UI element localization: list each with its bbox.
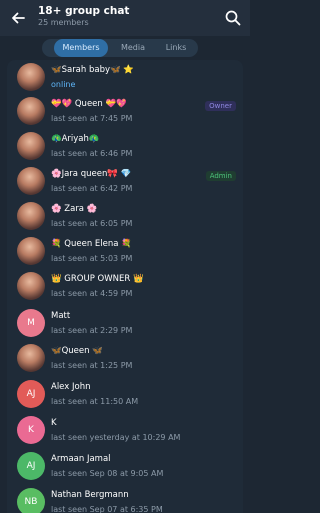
member-name: 🌸Jara queen🎀 💎 xyxy=(51,169,132,179)
tab-switcher: Members Media Links xyxy=(42,39,198,57)
member-row[interactable]: 🦚Ariyah🦚 last seen at 6:46 PM xyxy=(7,129,243,168)
search-icon[interactable] xyxy=(224,9,242,27)
avatar xyxy=(17,202,45,230)
avatar xyxy=(17,63,45,91)
member-status: last seen at 7:45 PM xyxy=(51,114,133,123)
avatar: M xyxy=(17,309,45,337)
member-name: 🦚Ariyah🦚 xyxy=(51,134,100,144)
member-name: 👑 GROUP OWNER 👑 xyxy=(51,274,144,284)
member-status: last seen at 2:29 PM xyxy=(51,326,133,335)
member-status: last seen Sep 08 at 9:05 AM xyxy=(51,469,164,478)
member-name: 🌸 Zara 🌸 xyxy=(51,204,98,214)
group-title: 18+ group chat xyxy=(38,5,130,17)
member-row[interactable]: 🌸Jara queen🎀 💎 last seen at 6:42 PM Admi… xyxy=(7,164,243,203)
member-row[interactable]: 👑 GROUP OWNER 👑 last seen at 4:59 PM xyxy=(7,269,243,308)
member-name: Armaan Jamal xyxy=(51,454,111,464)
tab-media[interactable]: Media xyxy=(112,39,154,57)
avatar xyxy=(17,97,45,125)
member-row[interactable]: 💐 Queen Elena 💐 last seen at 5:03 PM xyxy=(7,234,243,273)
member-name: Alex John xyxy=(51,382,91,392)
owner-badge: Owner xyxy=(205,101,236,111)
member-name: 💝💖 Queen 💝💖 xyxy=(51,99,127,109)
member-status: last seen Sep 07 at 6:35 PM xyxy=(51,505,163,513)
member-name: 💐 Queen Elena 💐 xyxy=(51,239,132,249)
member-row[interactable]: M Matt last seen at 2:29 PM xyxy=(7,306,243,345)
member-row[interactable]: NB Nathan Bergmann last seen Sep 07 at 6… xyxy=(7,485,243,513)
avatar: K xyxy=(17,416,45,444)
member-status: last seen at 6:42 PM xyxy=(51,184,133,193)
avatar xyxy=(17,132,45,160)
tab-links[interactable]: Links xyxy=(158,39,194,57)
member-status: last seen at 6:05 PM xyxy=(51,219,133,228)
tab-members[interactable]: Members xyxy=(54,39,108,57)
member-status: online xyxy=(51,80,76,89)
avatar: NB xyxy=(17,488,45,513)
avatar: AJ xyxy=(17,380,45,408)
member-row[interactable]: 🦋Queen 🦋 last seen at 1:25 PM xyxy=(7,341,243,380)
member-status: last seen at 11:50 AM xyxy=(51,397,139,406)
member-row[interactable]: 💝💖 Queen 💝💖 last seen at 7:45 PM Owner xyxy=(7,94,243,133)
member-status: last seen at 4:59 PM xyxy=(51,289,133,298)
member-row[interactable]: AJ Armaan Jamal last seen Sep 08 at 9:05… xyxy=(7,449,243,488)
member-status: last seen at 5:03 PM xyxy=(51,254,133,263)
member-name: 🦋Queen 🦋 xyxy=(51,346,103,356)
avatar xyxy=(17,272,45,300)
member-status: last seen at 6:46 PM xyxy=(51,149,133,158)
member-name: K xyxy=(51,418,57,428)
chat-header: 18+ group chat 25 members xyxy=(0,0,250,36)
member-row[interactable]: K K last seen yesterday at 10:29 AM xyxy=(7,413,243,452)
avatar: AJ xyxy=(17,452,45,480)
member-name: 🦋Sarah baby🦋 ⭐ xyxy=(51,65,134,75)
tab-bar: Members Media Links xyxy=(0,36,250,60)
member-status: last seen at 1:25 PM xyxy=(51,361,133,370)
avatar xyxy=(17,237,45,265)
member-status: last seen yesterday at 10:29 AM xyxy=(51,433,181,442)
member-name: Matt xyxy=(51,311,71,321)
member-count: 25 members xyxy=(38,18,89,27)
avatar xyxy=(17,167,45,195)
admin-badge: Admin xyxy=(205,171,236,181)
member-name: Nathan Bergmann xyxy=(51,490,129,500)
avatar xyxy=(17,344,45,372)
member-row[interactable]: 🌸 Zara 🌸 last seen at 6:05 PM xyxy=(7,199,243,238)
back-arrow-icon[interactable] xyxy=(8,8,28,28)
member-row[interactable]: AJ Alex John last seen at 11:50 AM xyxy=(7,377,243,416)
member-list: 🦋Sarah baby🦋 ⭐ online 💝💖 Queen 💝💖 last s… xyxy=(7,60,243,513)
